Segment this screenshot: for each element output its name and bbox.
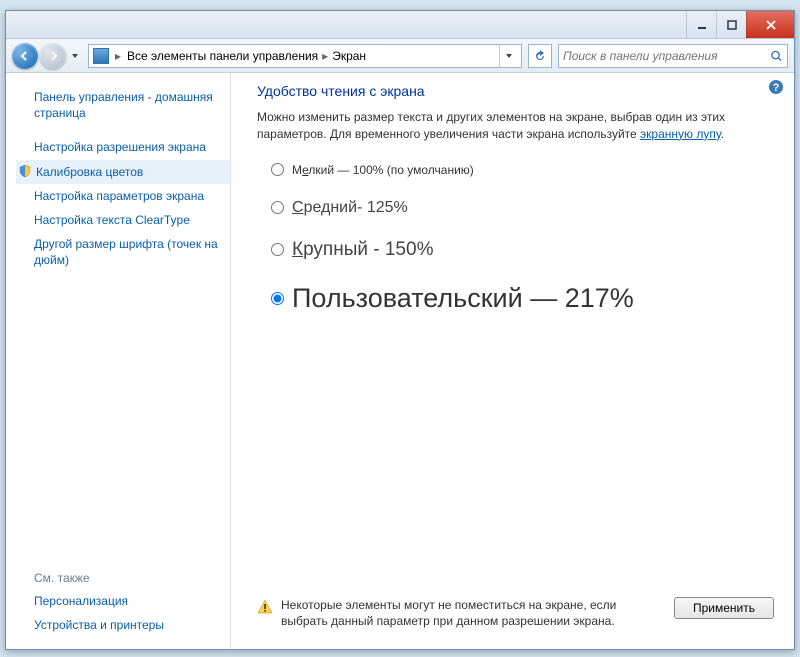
scaling-options: Мелкий — 100% (по умолчанию) Средний- 12… xyxy=(257,163,774,336)
label-small[interactable]: Мелкий — 100% (по умолчанию) xyxy=(292,163,474,177)
body: Панель управления - домашняя страница На… xyxy=(6,73,794,649)
search-box[interactable] xyxy=(558,44,788,68)
magnifier-link[interactable]: экранную лупу xyxy=(640,127,721,141)
search-icon[interactable] xyxy=(770,49,783,63)
breadcrumb-sep-icon: ▸ xyxy=(113,49,123,63)
page-title: Удобство чтения с экрана xyxy=(257,83,774,99)
breadcrumb-item[interactable]: Все элементы панели управления xyxy=(127,49,318,63)
sidebar-link-cleartype[interactable]: Настройка текста ClearType xyxy=(16,208,230,232)
close-button[interactable] xyxy=(746,11,794,38)
breadcrumb-item[interactable]: Экран xyxy=(332,49,366,63)
sidebar: Панель управления - домашняя страница На… xyxy=(6,73,231,649)
radio-small[interactable] xyxy=(271,163,284,176)
label-medium[interactable]: Средний- 125% xyxy=(292,199,408,217)
apply-button[interactable]: Применить xyxy=(674,597,774,619)
address-bar[interactable]: ▸ Все элементы панели управления ▸ Экран xyxy=(88,44,522,68)
radio-medium[interactable] xyxy=(271,201,284,214)
main-content: ? Удобство чтения с экрана Можно изменит… xyxy=(231,73,794,649)
sidebar-home-link[interactable]: Панель управления - домашняя страница xyxy=(16,85,230,125)
display-settings-window: ▸ Все элементы панели управления ▸ Экран… xyxy=(5,10,795,650)
breadcrumb-sep-icon: ▸ xyxy=(320,49,330,63)
address-dropdown[interactable] xyxy=(499,45,517,67)
minimize-button[interactable] xyxy=(686,11,716,38)
search-input[interactable] xyxy=(563,49,766,63)
back-button[interactable] xyxy=(12,43,38,69)
titlebar xyxy=(6,11,794,39)
option-large: Крупный - 150% xyxy=(271,239,774,261)
label-large[interactable]: Крупный - 150% xyxy=(292,239,433,261)
footer-row: Некоторые элементы могут не поместиться … xyxy=(257,591,774,635)
sidebar-link-display-settings[interactable]: Настройка параметров экрана xyxy=(16,184,230,208)
navbar: ▸ Все элементы панели управления ▸ Экран xyxy=(6,39,794,73)
warning-icon xyxy=(257,599,273,615)
desc-text-end: . xyxy=(721,127,724,141)
forward-button[interactable] xyxy=(40,43,66,69)
help-icon[interactable]: ? xyxy=(768,79,784,95)
see-also-personalization[interactable]: Персонализация xyxy=(16,589,230,613)
control-panel-icon xyxy=(93,48,109,64)
nav-arrows xyxy=(12,43,82,69)
radio-large[interactable] xyxy=(271,243,284,256)
radio-custom[interactable] xyxy=(271,292,284,305)
maximize-button[interactable] xyxy=(716,11,746,38)
sidebar-link-resolution[interactable]: Настройка разрешения экрана xyxy=(16,135,230,159)
see-also-label: См. также xyxy=(16,567,230,589)
sidebar-link-custom-dpi[interactable]: Другой размер шрифта (точек на дюйм) xyxy=(16,232,230,272)
description: Можно изменить размер текста и других эл… xyxy=(257,109,774,143)
option-small: Мелкий — 100% (по умолчанию) xyxy=(271,163,774,177)
option-medium: Средний- 125% xyxy=(271,199,774,217)
nav-history-dropdown[interactable] xyxy=(68,47,82,65)
breadcrumb: Все элементы панели управления ▸ Экран xyxy=(127,49,366,63)
sidebar-item-label: Калибровка цветов xyxy=(36,164,143,180)
label-custom[interactable]: Пользовательский — 217% xyxy=(292,283,634,314)
shield-icon xyxy=(18,164,32,178)
option-custom: Пользовательский — 217% xyxy=(271,283,774,314)
warning-text: Некоторые элементы могут не поместиться … xyxy=(281,597,666,629)
sidebar-link-color-calibration[interactable]: Калибровка цветов xyxy=(16,160,230,184)
svg-text:?: ? xyxy=(773,82,780,94)
see-also-devices-printers[interactable]: Устройства и принтеры xyxy=(16,613,230,637)
refresh-button[interactable] xyxy=(528,44,552,68)
